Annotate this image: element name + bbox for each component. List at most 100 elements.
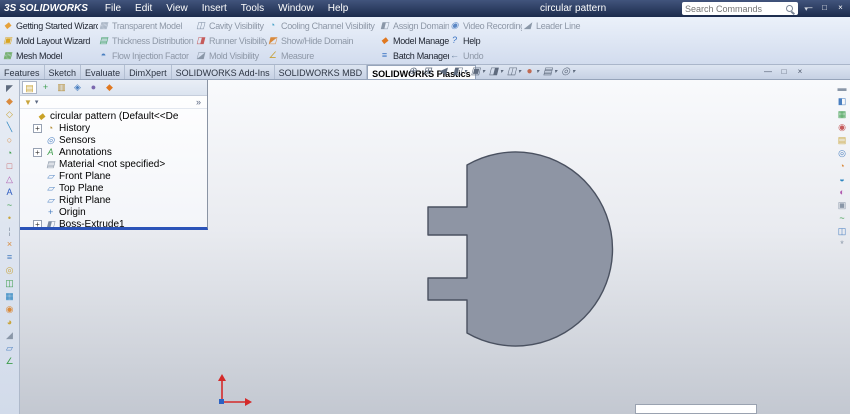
tree-expander[interactable]: + (33, 219, 42, 227)
doc-restore-button[interactable]: □ (778, 67, 790, 76)
configurationmanager-tab[interactable]: ▥ (54, 81, 69, 94)
line-icon[interactable]: ╲ (3, 121, 17, 133)
rollback-icon[interactable]: ▬ (835, 82, 849, 94)
restore-button[interactable]: □ (817, 2, 832, 14)
filter-caret-icon[interactable]: ▾ (35, 98, 39, 106)
clipping-plane-icon[interactable]: ◫ (835, 225, 849, 237)
model-manager-button[interactable]: ◆ Model Manager (379, 33, 449, 48)
apply-scene-icon[interactable]: ▤ ▾ (541, 66, 557, 77)
transparent-model-button[interactable]: ▦ Transparent Model (98, 18, 195, 33)
propertymanager-tab[interactable]: + (38, 81, 53, 94)
sketch-icon[interactable]: ◆ (3, 95, 17, 107)
menu-tools[interactable]: Tools (234, 1, 271, 16)
menu-window[interactable]: Window (271, 1, 321, 16)
previous-view-icon[interactable]: ◀ (436, 66, 449, 77)
close-button[interactable]: × (833, 2, 848, 14)
tree-item-boss-extrude1[interactable]: + ◧ Boss-Extrude1 (20, 218, 207, 227)
display-style-icon[interactable]: ◨ ▾ (487, 66, 503, 77)
measure-button[interactable]: ∠ Measure (267, 48, 379, 63)
menu-view[interactable]: View (159, 1, 195, 16)
hide-show-items-icon[interactable]: ◫ ▾ (505, 66, 521, 77)
point-icon[interactable]: • (3, 212, 17, 224)
menu-edit[interactable]: Edit (128, 1, 159, 16)
view-orientation-icon[interactable]: ▣ ▾ (469, 66, 485, 77)
linear-pattern-icon[interactable]: ▦ (3, 290, 17, 302)
help-button[interactable]: ? Help (449, 33, 522, 48)
convert-entities-icon[interactable]: ≡ (3, 251, 17, 263)
circular-pattern-icon[interactable]: ◉ (3, 303, 17, 315)
select-icon[interactable]: ◤ (3, 82, 17, 94)
fillet-icon[interactable]: ◕ (3, 316, 17, 328)
report-icon[interactable]: ▣ (835, 199, 849, 211)
trim-entities-icon[interactable]: × (3, 238, 17, 250)
mesh-icon[interactable]: ▦ (835, 108, 849, 120)
measure-tool-icon[interactable]: ∠ (3, 355, 17, 367)
tree-item-sensors[interactable]: ◎ Sensors (20, 134, 207, 146)
tree-item-annotations[interactable]: + A Annotations (20, 146, 207, 158)
video-recording-button[interactable]: ◉ Video Recording (449, 18, 522, 33)
tab-solidworks-add-ins[interactable]: SOLIDWORKS Add-Ins (172, 65, 275, 79)
tab-evaluate[interactable]: Evaluate (81, 65, 126, 79)
thickness-distribution-button[interactable]: ▤ Thickness Distribution (98, 33, 195, 48)
arc-icon[interactable]: ◔ (3, 147, 17, 159)
leader-line-button[interactable]: ◢ Leader Line (522, 18, 850, 33)
batch-manager-button[interactable]: ≡ Batch Manager (379, 48, 449, 63)
assign-domain-button[interactable]: ◧ Assign Domain (379, 18, 449, 33)
undo-button[interactable]: ← Undo (449, 48, 522, 63)
circle-icon[interactable]: ○ (3, 134, 17, 146)
getting-started-wizard-button[interactable]: ◆ Getting Started Wizard (2, 18, 98, 33)
flow-injection-factor-button[interactable]: ◓ Flow Injection Factor (98, 48, 195, 63)
polygon-icon[interactable]: △ (3, 173, 17, 185)
menu-insert[interactable]: Insert (195, 1, 234, 16)
runner-visibility-button[interactable]: ◨ Runner Visibility (195, 33, 267, 48)
section-view-icon[interactable]: ◧ ▾ (451, 66, 467, 77)
xy-plot-icon[interactable]: ~ (835, 212, 849, 224)
mirror-entities-icon[interactable]: ◫ (3, 277, 17, 289)
doc-minimize-button[interactable]: — (762, 67, 774, 76)
show-hide-domain-button[interactable]: ◩ Show/Hide Domain (267, 33, 379, 48)
search-input[interactable] (685, 3, 784, 14)
panel-chevron-icon[interactable]: » (196, 97, 203, 107)
tab-dimxpert[interactable]: DimXpert (125, 65, 172, 79)
view-settings-icon[interactable]: ◎ ▾ (559, 66, 575, 77)
tree-expander[interactable]: + (33, 147, 42, 157)
tree-item-part-root[interactable]: ◆ circular pattern (Default<<De (20, 110, 207, 122)
process-parameters-icon[interactable]: ◎ (835, 147, 849, 159)
dimxpertmanager-tab[interactable]: ◈ (70, 81, 85, 94)
minimize-button[interactable]: — (801, 2, 816, 14)
tree-item-history[interactable]: + ◔ History (20, 122, 207, 134)
tree-item-top-plane[interactable]: ▱ Top Plane (20, 182, 207, 194)
zoom-to-area-icon[interactable]: ⊞ (421, 66, 434, 77)
tab-sketch[interactable]: Sketch (45, 65, 82, 79)
tab-solidworks-mbd[interactable]: SOLIDWORKS MBD (275, 65, 368, 79)
filter-funnel-icon[interactable]: ▼ (24, 98, 32, 107)
plastics-settings-icon[interactable]: * (835, 238, 849, 250)
tree-item-right-plane[interactable]: ▱ Right Plane (20, 194, 207, 206)
centerline-icon[interactable]: ¦ (3, 225, 17, 237)
cooling-channel-visibility-button[interactable]: ◔ Cooling Channel Visibility (267, 18, 379, 33)
smart-dimension-icon[interactable]: ◇ (3, 108, 17, 120)
offset-entities-icon[interactable]: ◎ (3, 264, 17, 276)
tree-item-front-plane[interactable]: ▱ Front Plane (20, 170, 207, 182)
cool-results-icon[interactable]: ◒ (835, 173, 849, 185)
part-body[interactable] (427, 151, 614, 347)
warp-results-icon[interactable]: ◐ (835, 186, 849, 198)
text-icon[interactable]: A (3, 186, 17, 198)
featuremanager-tab[interactable]: ▤ (22, 81, 37, 94)
chamfer-icon[interactable]: ◢ (3, 329, 17, 341)
doc-close-button[interactable]: × (794, 67, 806, 76)
material-icon[interactable]: ▤ (835, 134, 849, 146)
injection-location-icon[interactable]: ◉ (835, 121, 849, 133)
mesh-model-button[interactable]: ▦ Mesh Model (2, 48, 98, 63)
mold-visibility-button[interactable]: ◪ Mold Visibility (195, 48, 267, 63)
zoom-to-fit-icon[interactable]: ⊕ (406, 66, 419, 77)
menu-help[interactable]: Help (321, 1, 356, 16)
displaymanager-tab[interactable]: ● (86, 81, 101, 94)
tree-item-origin[interactable]: + Origin (20, 206, 207, 218)
spline-icon[interactable]: ~ (3, 199, 17, 211)
rectangle-icon[interactable]: □ (3, 160, 17, 172)
tab-features[interactable]: Features (0, 65, 45, 79)
tree-item-material[interactable]: ▤ Material <not specified> (20, 158, 207, 170)
mold-layout-wizard-button[interactable]: ▣ Mold Layout Wizard (2, 33, 98, 48)
tree-expander[interactable]: + (33, 123, 42, 133)
